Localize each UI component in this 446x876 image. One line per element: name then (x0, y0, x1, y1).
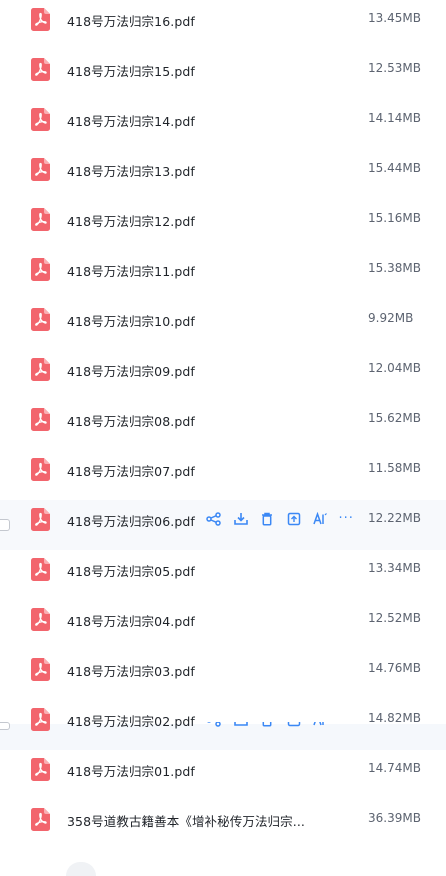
file-size: 12.22MB (368, 511, 421, 525)
file-name[interactable]: 358号道教古籍善本《增补秘传万法归宗... (67, 811, 305, 830)
file-row[interactable]: 418号万法归宗10.pdf 9.92MB (0, 300, 446, 350)
file-size: 14.76MB (368, 661, 421, 675)
ai-assistant-icon[interactable] (312, 512, 328, 526)
file-name[interactable]: 418号万法归宗05.pdf (67, 561, 195, 580)
file-row[interactable]: 418号万法归宗04.pdf 12.52MB (0, 600, 446, 650)
file-name[interactable]: 418号万法归宗02.pdf (67, 711, 195, 730)
file-name[interactable]: 418号万法归宗06.pdf (67, 511, 195, 530)
pdf-file-icon (31, 458, 50, 481)
file-size: 14.82MB (368, 711, 421, 725)
file-size: 12.52MB (368, 611, 421, 625)
file-row[interactable]: 418号万法归宗12.pdf 15.16MB (0, 200, 446, 250)
file-name[interactable]: 418号万法归宗08.pdf (67, 411, 195, 430)
row-checkbox[interactable] (0, 519, 10, 531)
file-name[interactable]: 418号万法归宗16.pdf (67, 11, 195, 30)
pdf-file-icon (31, 408, 50, 431)
file-name[interactable]: 418号万法归宗14.pdf (67, 111, 195, 130)
pdf-file-icon (31, 258, 50, 281)
row-actions-clipped (206, 722, 336, 727)
pdf-file-icon (31, 608, 50, 631)
file-row[interactable]: 418号万法归宗11.pdf 15.38MB (0, 250, 446, 300)
delete-icon[interactable] (259, 722, 275, 727)
file-size: 36.39MB (368, 811, 421, 825)
pdf-file-icon (31, 108, 50, 131)
file-row[interactable]: 418号万法归宗08.pdf 15.62MB (0, 400, 446, 450)
pdf-file-icon (31, 658, 50, 681)
row-checkbox[interactable] (0, 722, 10, 730)
file-size: 13.45MB (368, 11, 421, 25)
file-list: 418号万法归宗16.pdf 13.45MB 418号万法归宗15.pdf 12… (0, 0, 446, 850)
pdf-file-icon (31, 208, 50, 231)
file-row[interactable]: 418号万法归宗07.pdf 11.58MB (0, 450, 446, 500)
file-size: 12.53MB (368, 61, 421, 75)
pdf-file-icon (31, 308, 50, 331)
pdf-file-icon (31, 508, 50, 531)
row-actions: ··· (206, 511, 354, 527)
file-size: 14.74MB (368, 761, 421, 775)
file-row[interactable]: 418号万法归宗16.pdf 13.45MB (0, 0, 446, 50)
file-name[interactable]: 418号万法归宗09.pdf (67, 361, 195, 380)
file-size: 15.44MB (368, 161, 421, 175)
file-size: 12.04MB (368, 361, 421, 375)
file-row[interactable]: 418号万法归宗14.pdf 14.14MB (0, 100, 446, 150)
file-name[interactable]: 418号万法归宗13.pdf (67, 161, 195, 180)
pdf-file-icon (31, 808, 50, 831)
save-to-folder-icon[interactable] (286, 722, 302, 727)
pdf-file-icon (31, 8, 50, 31)
file-name[interactable]: 418号万法归宗12.pdf (67, 211, 195, 230)
file-size: 14.14MB (368, 111, 421, 125)
pdf-file-icon (31, 708, 50, 731)
file-name[interactable]: 418号万法归宗10.pdf (67, 311, 195, 330)
save-to-folder-icon[interactable] (286, 512, 302, 526)
pdf-file-icon (31, 358, 50, 381)
file-row[interactable]: 418号万法归宗15.pdf 12.53MB (0, 50, 446, 100)
pdf-file-icon (31, 558, 50, 581)
file-name[interactable]: 418号万法归宗11.pdf (67, 261, 195, 280)
file-row[interactable]: 358号道教古籍善本《增补秘传万法归宗... 36.39MB (0, 800, 446, 850)
file-row[interactable]: 418号万法归宗13.pdf 15.44MB (0, 150, 446, 200)
share-icon[interactable] (206, 512, 222, 526)
file-row[interactable]: 418号万法归宗09.pdf 12.04MB (0, 350, 446, 400)
file-row[interactable]: 418号万法归宗03.pdf 14.76MB (0, 650, 446, 700)
download-icon[interactable] (233, 512, 249, 526)
file-name[interactable]: 418号万法归宗01.pdf (67, 761, 195, 780)
file-size: 9.92MB (368, 311, 414, 325)
pdf-file-icon (31, 758, 50, 781)
delete-icon[interactable] (259, 512, 275, 526)
next-item-icon-partial (66, 862, 96, 876)
file-row-hovered[interactable]: 418号万法归宗06.pdf ··· 12.22MB (0, 500, 446, 550)
ai-assistant-icon[interactable] (312, 722, 328, 727)
pdf-file-icon (31, 58, 50, 81)
file-name[interactable]: 418号万法归宗03.pdf (67, 661, 195, 680)
file-size: 15.38MB (368, 261, 421, 275)
download-icon[interactable] (233, 722, 249, 727)
file-row[interactable]: 418号万法归宗01.pdf 14.74MB (0, 750, 446, 800)
share-icon[interactable] (206, 722, 222, 727)
file-row[interactable]: 418号万法归宗02.pdf 14.82MB (0, 700, 446, 750)
file-name[interactable]: 418号万法归宗07.pdf (67, 461, 195, 480)
file-size: 15.62MB (368, 411, 421, 425)
file-size: 11.58MB (368, 461, 421, 475)
file-size: 15.16MB (368, 211, 421, 225)
file-name[interactable]: 418号万法归宗15.pdf (67, 61, 195, 80)
file-size: 13.34MB (368, 561, 421, 575)
more-icon[interactable]: ··· (339, 512, 354, 526)
pdf-file-icon (31, 158, 50, 181)
file-row[interactable]: 418号万法归宗05.pdf 13.34MB (0, 550, 446, 600)
file-name[interactable]: 418号万法归宗04.pdf (67, 611, 195, 630)
